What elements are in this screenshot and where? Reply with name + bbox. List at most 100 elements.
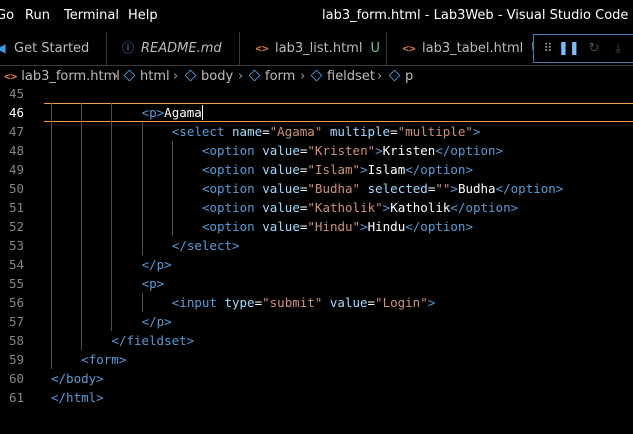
line-number: 51	[8, 200, 24, 215]
step-into-icon[interactable]: ⤓	[608, 35, 628, 62]
code-line[interactable]: 45	[0, 84, 633, 103]
code-line[interactable]: 48 <option value="Kristen">Kristen</optio…	[0, 141, 633, 160]
indent-guide	[51, 255, 52, 274]
title-bar: Go Run Terminal Help lab3_form.html - La…	[0, 0, 633, 32]
line-number: 54	[8, 257, 24, 272]
html-icon: <>	[402, 42, 416, 55]
html-icon: <>	[4, 70, 18, 83]
code-line[interactable]: 52 <option value="Hindu">Hindu</option>	[0, 217, 633, 236]
window-title: lab3_form.html - Lab3Web - Visual Studio…	[322, 8, 629, 23]
indent-guide	[81, 122, 83, 141]
line-number: 59	[8, 352, 24, 367]
indent-guide	[111, 103, 113, 122]
code-text: <option value="Hindu">Hindu</option>	[202, 217, 473, 236]
indent-guide	[51, 350, 52, 369]
code-line[interactable]: 61 </html>	[0, 388, 633, 407]
code-line[interactable]: 60 </body>	[0, 369, 633, 388]
indent-guide	[111, 274, 113, 293]
code-token-val: "multiple"	[397, 124, 473, 139]
code-token-txt: Katholik	[390, 200, 451, 215]
code-line[interactable]: 58 </fieldset>	[0, 331, 633, 350]
line-number: 60	[8, 371, 24, 386]
line-number: 53	[8, 238, 24, 253]
indent-guide	[51, 179, 52, 198]
code-line[interactable]: 50 <option value="Budha" selected="">Budh…	[0, 179, 633, 198]
tab-label: README.md	[141, 41, 222, 56]
indent-guide	[81, 312, 83, 331]
menu-go[interactable]: Go	[0, 0, 14, 32]
element-icon	[184, 69, 197, 82]
code-text: </html>	[51, 388, 104, 407]
code-editor[interactable]: 45 46 <p>Agama 47 <select name="Agama" multi…	[0, 86, 633, 434]
code-token-tag: </p>	[141, 257, 172, 272]
code-text: <select name="Agama" multiple="multiple"…	[172, 122, 481, 141]
menu-terminal[interactable]: Terminal	[64, 0, 119, 32]
code-line[interactable]: 57 </p>	[0, 312, 633, 331]
code-text: <input type="submit" value="Login">	[172, 293, 435, 312]
code-token-val: "Login"	[375, 295, 428, 310]
indent-guide	[51, 293, 52, 312]
code-line[interactable]: 59 <form>	[0, 350, 633, 369]
code-line[interactable]: 55 <p>	[0, 274, 633, 293]
code-token-val: "Islam"	[307, 162, 361, 177]
code-token-tag: >	[360, 162, 368, 177]
code-line[interactable]: 53 </select>	[0, 236, 633, 255]
tab-lab3-list[interactable]: <> lab3_list.html U	[241, 32, 387, 65]
code-token-txt: Islam	[367, 162, 406, 177]
line-number: 50	[8, 181, 24, 196]
line-number: 56	[8, 295, 24, 310]
code-token-tag: </option>	[405, 219, 473, 234]
code-token-tag: <form>	[81, 352, 127, 367]
menu-run[interactable]: Run	[25, 0, 50, 32]
code-token-attr: value	[262, 200, 300, 215]
code-line[interactable]: 49 <option value="Islam">Islam</option>	[0, 160, 633, 179]
pause-icon[interactable]: ❚❚	[558, 35, 580, 62]
code-token-tag: <option	[202, 200, 263, 215]
indent-guide	[111, 141, 113, 160]
code-token-val: "Budha"	[307, 181, 361, 196]
debug-toolbar: ⠿ ❚❚ ↻ ⤓	[533, 34, 633, 63]
indent-guide	[81, 236, 83, 255]
code-line[interactable]: 47 <select name="Agama" multiple="multipl…	[0, 122, 633, 141]
code-token-txt: Hindu	[367, 219, 406, 234]
tab-get-started[interactable]: ◀ Get Started	[0, 32, 107, 65]
tab-readme[interactable]: ⓘ README.md	[107, 32, 240, 65]
indent-guide	[171, 141, 173, 160]
line-number: 45	[8, 86, 24, 101]
code-token-tag: </body>	[51, 371, 104, 386]
untracked-badge: U	[370, 41, 380, 56]
indent-guide	[81, 331, 83, 350]
code-token-tag: >	[450, 181, 458, 196]
code-text: <option value="Kristen">Kristen</option>	[202, 141, 503, 160]
code-text: </fieldset>	[111, 331, 194, 350]
code-line[interactable]: 46 <p>Agama	[0, 103, 633, 122]
code-token-tag: </option>	[435, 143, 504, 158]
indent-guide	[81, 198, 83, 217]
code-line[interactable]: 51 <option value="Katholik">Katholik</opt…	[0, 198, 633, 217]
indent-guide	[81, 255, 83, 274]
indent-guide	[171, 160, 173, 179]
indent-guide	[111, 198, 113, 217]
code-token-attr: value	[262, 219, 300, 234]
drag-handle-icon[interactable]: ⠿	[538, 35, 558, 62]
code-token-val: "submit"	[262, 295, 323, 310]
code-token-attr: value	[262, 162, 300, 177]
code-token-tag: >	[472, 124, 481, 139]
restart-icon[interactable]: ↻	[584, 35, 604, 62]
code-line[interactable]: 54 </p>	[0, 255, 633, 274]
code-text: <option value="Budha" selected="">Budha<…	[202, 179, 563, 198]
code-token-tag: </option>	[405, 162, 473, 177]
indent-guide	[111, 160, 113, 179]
element-icon	[388, 69, 401, 82]
code-text: <form>	[81, 350, 126, 369]
tab-lab3-tabel[interactable]: <>lab3_tabel.htmlU	[388, 32, 533, 65]
code-line[interactable]: 56 <input type="submit" value="Login">	[0, 293, 633, 312]
code-token-tag: <option	[202, 143, 263, 158]
code-token-txt: Kristen	[382, 143, 436, 158]
breadcrumb-label: p	[405, 69, 414, 84]
code-token-tag: <input	[171, 295, 225, 310]
element-icon	[248, 69, 261, 82]
menu-help[interactable]: Help	[128, 0, 158, 32]
indent-guide	[171, 217, 173, 236]
